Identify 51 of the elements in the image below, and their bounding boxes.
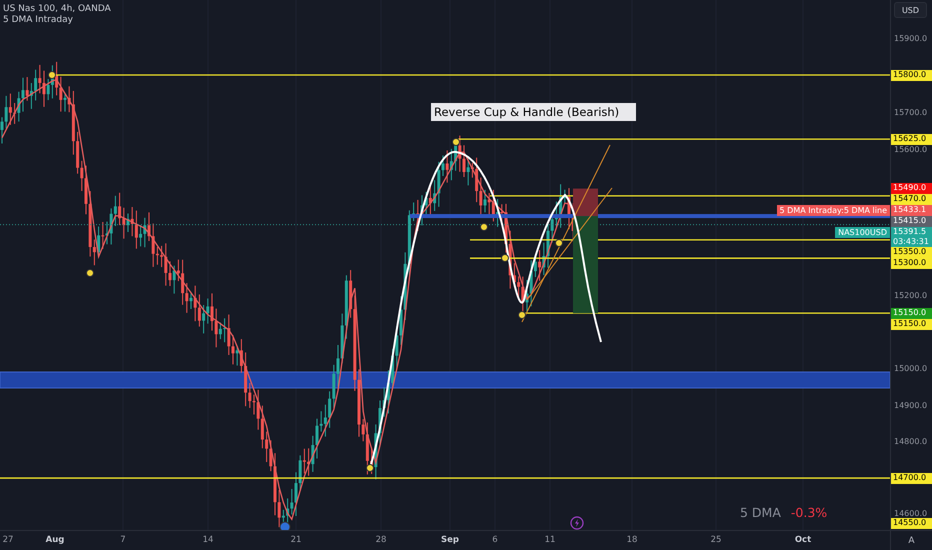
auto-scale-button[interactable]: A <box>905 534 918 546</box>
legend-change: -0.3% <box>790 505 828 520</box>
price-tick: 14900.0 <box>894 400 928 411</box>
price-tick: 14800.0 <box>894 437 928 448</box>
pivot-marker <box>518 311 526 319</box>
price-tick: 15600.0 <box>894 145 928 156</box>
price-tag: 15490.0 <box>891 183 932 194</box>
price-tag: 15300.0 <box>891 258 932 270</box>
pivot-marker <box>86 269 94 277</box>
chart-annotation: Reverse Cup & Handle (Bearish) <box>431 103 636 121</box>
currency-button[interactable]: USD <box>894 2 927 18</box>
price-tag: 15150.0 <box>891 308 932 319</box>
price-tick: 14600.0 <box>894 508 928 518</box>
price-tick: 15200.0 <box>894 290 928 301</box>
price-tag: 15391.5 03:43:31 <box>891 227 932 248</box>
pivot-marker <box>501 254 509 262</box>
symbol-label: NAS100USD <box>835 227 890 238</box>
time-label: Sep <box>441 535 459 545</box>
time-label: 28 <box>376 535 386 545</box>
indicator-name: 5 DMA Intraday <box>3 15 74 25</box>
price-tag: 15433.1 <box>891 205 932 216</box>
pivot-marker <box>555 239 563 247</box>
price-tag: 14700.0 <box>891 472 932 484</box>
price-tag: 15800.0 <box>891 70 932 80</box>
price-tick: 15000.0 <box>894 364 928 374</box>
time-label: 25 <box>710 535 722 545</box>
pivot-marker <box>480 223 488 231</box>
legend-name: 5 DMA <box>740 505 781 520</box>
price-tag: 15150.0 <box>891 318 932 330</box>
pivot-marker <box>452 138 460 146</box>
price-tag: 15470.0 <box>891 194 932 206</box>
time-label: 7 <box>120 535 126 545</box>
pivot-marker <box>48 71 56 79</box>
price-tag: 15415.0 <box>891 216 932 228</box>
time-label: 27 <box>2 535 14 545</box>
time-label: 14 <box>202 535 214 545</box>
time-label: 21 <box>290 535 302 545</box>
price-tick: 15700.0 <box>894 108 928 118</box>
price-tick: 15900.0 <box>894 34 928 44</box>
chart-title: US Nas 100, 4h, OANDA <box>3 4 111 14</box>
time-label: Oct <box>794 535 812 545</box>
lightning-icon[interactable] <box>570 516 584 530</box>
price-tag: 15625.0 <box>891 134 932 145</box>
pivot-marker <box>366 464 374 472</box>
price-tag: 14550.0 <box>891 518 932 529</box>
time-label: 11 <box>544 535 556 545</box>
time-label: 18 <box>626 535 638 545</box>
time-label: Aug <box>46 535 64 545</box>
time-label: 6 <box>492 535 498 545</box>
indicator-label: 5 DMA Intraday:5 DMA line <box>776 205 890 216</box>
price-tag: 15350.0 <box>891 247 932 258</box>
